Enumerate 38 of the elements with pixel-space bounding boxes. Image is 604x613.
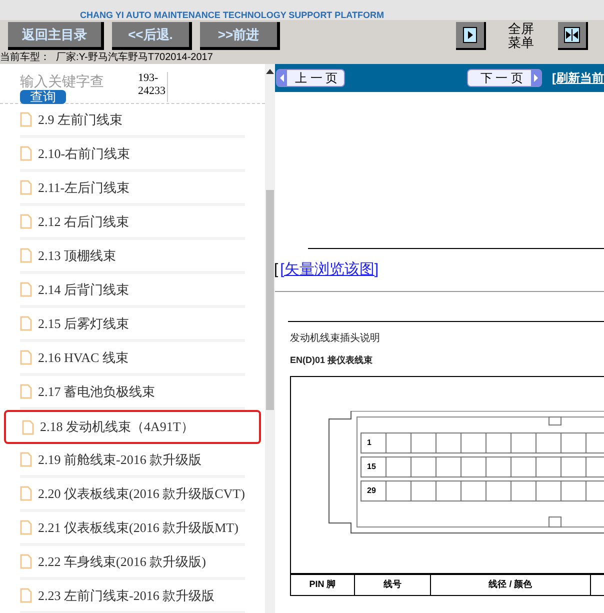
- current-model-label: 当前车型：: [0, 52, 50, 64]
- sidebar-item[interactable]: 2.19 前舱线束-2016 款升级版: [20, 444, 245, 478]
- sidebar-item[interactable]: 2.12 右后门线束: [20, 206, 245, 240]
- bracket-text: [: [274, 260, 278, 280]
- current-model-value: 厂家:Y-野马汽车野马T702014-2017: [56, 52, 213, 64]
- vector-view-link[interactable]: [矢量浏览该图]: [280, 258, 379, 282]
- pin-number: 1: [367, 436, 372, 448]
- pin-number: 15: [367, 460, 376, 472]
- sidebar-item[interactable]: 2.9 左前门线束: [20, 104, 245, 138]
- sidebar-item[interactable]: 2.23 左前门线束-2016 款升级版: [20, 580, 245, 613]
- refresh-link[interactable]: [刷新当前: [552, 69, 604, 87]
- sidebar-item[interactable]: 2.14 后背门线束: [20, 274, 245, 308]
- sidebar-item[interactable]: 2.10-右前门线束: [20, 138, 245, 172]
- toolbar-button[interactable]: >>前进: [200, 22, 280, 50]
- sidebar-item[interactable]: 2.15 后雾灯线束: [20, 308, 245, 342]
- keyword-search-field[interactable]: 输入关键字查: [20, 72, 118, 90]
- document-code: 193-24233: [138, 72, 168, 102]
- sidebar-item[interactable]: 2.21 仪表板线束(2016 款升级版MT): [20, 512, 245, 546]
- fullscreen-menu-label[interactable]: 全屏菜单: [508, 22, 536, 50]
- table-header: 线径 / 颜色: [431, 574, 591, 594]
- sidebar-item[interactable]: 2.11-左后门线束: [20, 172, 245, 206]
- previous-page-button[interactable]: 上 一 页: [276, 69, 345, 87]
- sidebar-item[interactable]: 2.22 车身线束(2016 款升级版): [20, 546, 245, 580]
- table-header: 线号: [355, 574, 431, 594]
- sidebar-item[interactable]: 2.17 蓄电池负极线束: [20, 376, 245, 410]
- sidebar-item[interactable]: 2.18 发动机线束（4A91T）: [4, 410, 261, 444]
- next-page-button[interactable]: 下 一 页: [467, 69, 542, 87]
- sidebar-item[interactable]: 2.20 仪表板线束(2016 款升级版CVT): [20, 478, 245, 512]
- pin-number: 29: [367, 484, 376, 496]
- table-header: PIN 脚: [291, 574, 355, 594]
- search-button[interactable]: 查询: [20, 90, 66, 104]
- connector-title: EN(D)01 接仪表线束: [290, 354, 374, 367]
- platform-subtitle: CHANG YI AUTO MAINTENANCE TECHNOLOGY SUPPORT PLATFORM: [80, 10, 384, 20]
- toolbar-button[interactable]: 返回主目录: [8, 22, 104, 50]
- toolbar-button[interactable]: <<后退.: [112, 22, 192, 50]
- document-title: 发动机线束插头说明: [290, 332, 381, 346]
- sidebar-item[interactable]: 2.13 顶棚线束: [20, 240, 245, 274]
- sidebar-item[interactable]: 2.16 HVAC 线束: [20, 342, 245, 376]
